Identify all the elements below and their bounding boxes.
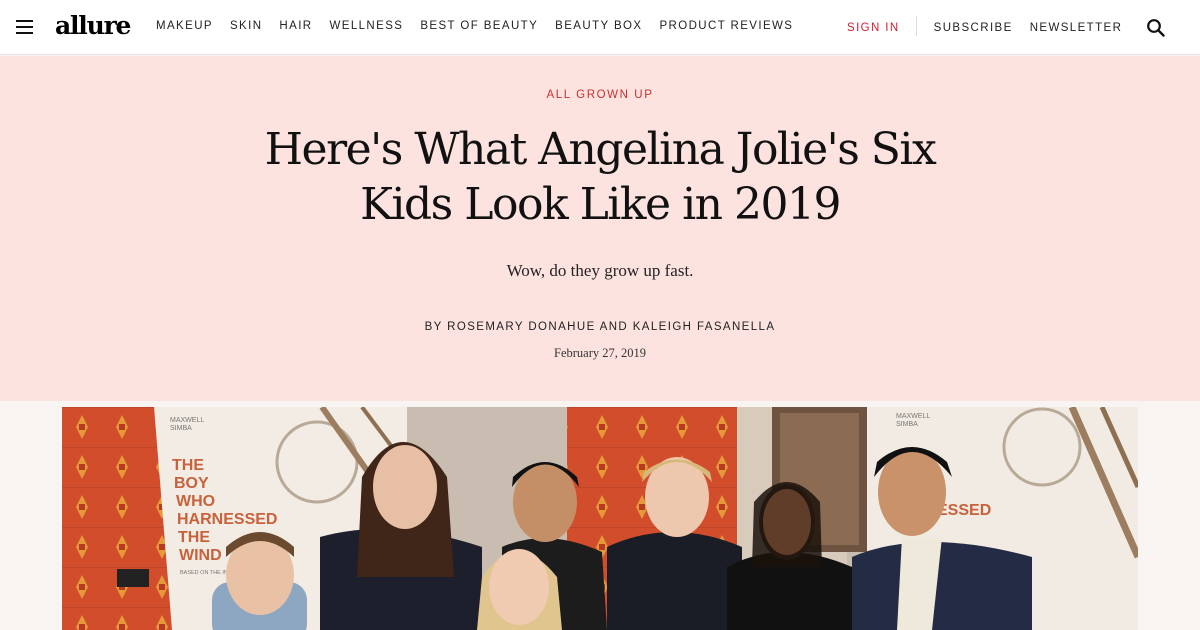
author-link-kaleigh-fasanella[interactable]: KALEIGH FASANELLA — [633, 321, 776, 333]
poster-right-credit-1: MAXWELL — [896, 413, 930, 420]
rubric-label[interactable]: ALL GROWN UP — [0, 89, 1200, 101]
main-nav: MAKEUP SKIN HAIR WELLNESS BEST OF BEAUTY… — [156, 20, 793, 32]
nav-item-makeup[interactable]: MAKEUP — [156, 20, 213, 32]
nav-item-beauty-box[interactable]: BEAUTY BOX — [555, 20, 642, 32]
nav-divider — [915, 16, 917, 36]
author-link-rosemary-donahue[interactable]: ROSEMARY DONAHUE — [447, 321, 596, 333]
site-logo[interactable]: allure — [55, 11, 131, 40]
poster-right-credit-2: SIMBA — [896, 421, 918, 428]
nav-item-wellness[interactable]: WELLNESS — [330, 20, 404, 32]
article-headline: Here's What Angelina Jolie's Six Kids Lo… — [250, 122, 950, 232]
poster-credit-1: MAXWELL — [170, 417, 204, 424]
poster-right-title: ESSED — [937, 502, 991, 519]
sign-in-link[interactable]: SIGN IN — [847, 22, 900, 34]
headline-line-2: Kids Look Like in 2019 — [360, 179, 841, 230]
poster-title-line-1: THE — [172, 457, 204, 474]
poster-title-line-3: WHO — [176, 493, 215, 510]
poster-credit-2: SIMBA — [170, 425, 192, 432]
poster-title-line-6: WIND — [179, 547, 222, 564]
byline: BY ROSEMARY DONAHUE AND KALEIGH FASANELL… — [0, 321, 1200, 333]
article-hero: ALL GROWN UP Here's What Angelina Jolie'… — [0, 56, 1200, 401]
poster-title-line-4: HARNESSED — [177, 511, 277, 528]
nav-item-best-of-beauty[interactable]: BEST OF BEAUTY — [420, 20, 538, 32]
byline-prefix: BY — [424, 321, 443, 333]
nav-item-hair[interactable]: HAIR — [279, 20, 312, 32]
search-icon[interactable] — [1146, 18, 1166, 38]
site-header: allure MAKEUP SKIN HAIR WELLNESS BEST OF… — [0, 0, 1200, 55]
lead-photo: THE BOY WHO HARNESSED THE WIND ESSED MAX… — [62, 407, 1138, 630]
nav-item-skin[interactable]: SKIN — [230, 20, 262, 32]
byline-and: AND — [599, 321, 629, 333]
newsletter-link[interactable]: NEWSLETTER — [1030, 22, 1123, 34]
article-dek: Wow, do they grow up fast. — [506, 261, 694, 280]
nav-item-product-reviews[interactable]: PRODUCT REVIEWS — [659, 20, 793, 32]
lead-photo-illustration: THE BOY WHO HARNESSED THE WIND ESSED MAX… — [62, 407, 1138, 630]
menu-icon[interactable] — [16, 20, 33, 34]
poster-title-line-5: THE — [178, 529, 210, 546]
subscribe-link[interactable]: SUBSCRIBE — [934, 22, 1013, 34]
publish-date: February 27, 2019 — [554, 346, 646, 360]
account-nav: SIGN IN SUBSCRIBE NEWSLETTER — [847, 16, 1123, 36]
headline-line-1: Here's What Angelina Jolie's Six — [264, 124, 937, 175]
poster-title-line-2: BOY — [174, 475, 209, 492]
